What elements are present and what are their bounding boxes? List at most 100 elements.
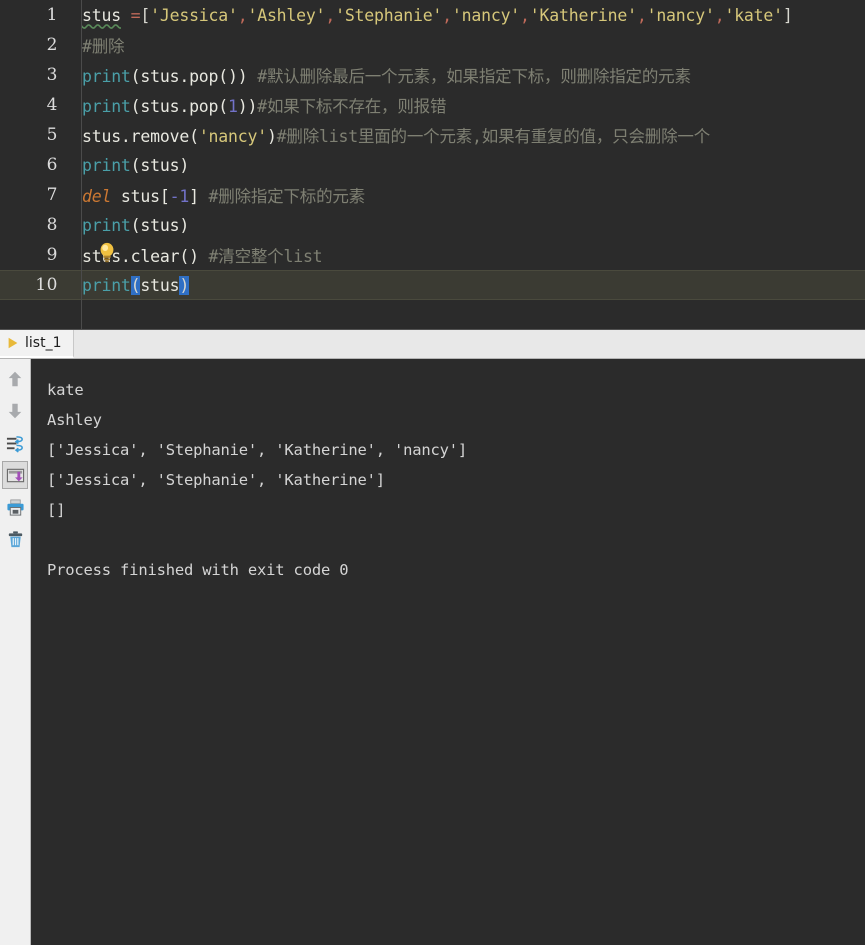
code-token: #删除: [82, 37, 125, 56]
code-line-text[interactable]: #删除: [68, 33, 125, 57]
code-token: )): [237, 97, 258, 116]
code-line[interactable]: 6 print(stus): [0, 150, 865, 180]
code-token: ,: [442, 5, 452, 25]
code-line-text[interactable]: stus.remove('nancy')#删除list里面的一个元素,如果有重复…: [68, 123, 710, 147]
line-number[interactable]: 5: [0, 125, 68, 145]
code-token: ,: [520, 5, 530, 25]
console-output-line: Ashley: [47, 411, 102, 429]
editor-bottom-border: [0, 329, 865, 330]
code-token: (stus): [130, 155, 190, 175]
line-number[interactable]: 9: [0, 245, 68, 265]
console-output-line: ['Jessica', 'Stephanie', 'Katherine']: [47, 471, 385, 489]
scroll-to-end-button[interactable]: [2, 461, 28, 489]
code-token: print: [82, 275, 131, 295]
code-token: #删除指定下标的元素: [208, 187, 366, 206]
code-token: 'nancy': [198, 127, 267, 146]
line-number[interactable]: 1: [0, 5, 68, 25]
line-number[interactable]: 10: [0, 275, 68, 295]
console-output-line: Process finished with exit code 0: [47, 561, 349, 579]
trash-icon: [8, 530, 22, 547]
code-line[interactable]: 3 print(stus.pop()) #默认删除最后一个元素，如果指定下标，则删…: [0, 60, 865, 90]
arrow-down-icon: [8, 403, 22, 419]
code-token: #默认删除最后一个元素，如果指定下标，则删除指定的元素: [257, 67, 691, 86]
code-token: (stus.pop()): [130, 67, 248, 86]
code-line[interactable]: 9 stus.clear() #清空整个list: [0, 240, 865, 270]
console-output-line: []: [47, 501, 66, 519]
code-token: stus[: [111, 187, 170, 206]
line-number[interactable]: 4: [0, 95, 68, 115]
code-token: (stus.pop(: [130, 97, 229, 116]
console-output-line: kate: [47, 381, 84, 399]
console-output-text[interactable]: kate Ashley ['Jessica', 'Stephanie', 'Kath…: [31, 359, 865, 945]
console-tab-label: list_1: [25, 335, 62, 351]
intention-lightbulb-icon[interactable]: [96, 240, 118, 264]
code-token: stus: [82, 5, 121, 25]
code-line[interactable]: 10 print(stus): [0, 270, 865, 300]
code-token: ]: [189, 187, 199, 206]
editor-empty-area[interactable]: [0, 300, 865, 330]
console-tab-list-1[interactable]: list_1: [0, 330, 75, 358]
code-token: ): [179, 275, 190, 295]
code-token: ,: [714, 5, 725, 25]
clear-all-button[interactable]: [2, 525, 28, 553]
code-token: del: [82, 187, 112, 206]
code-token: stus.remove(: [82, 127, 199, 146]
scroll-to-end-icon: [6, 468, 24, 482]
printer-icon: [6, 499, 24, 516]
code-line[interactable]: 8 print(stus): [0, 210, 865, 240]
gutter-divider-lower: [81, 300, 82, 330]
code-line-text[interactable]: print(stus.pop(1))#如果下标不存在，则报错: [68, 93, 446, 117]
code-token: print: [82, 97, 131, 116]
arrow-up-icon: [8, 371, 22, 387]
code-token: 'nancy': [646, 5, 715, 25]
code-lines-container[interactable]: 1 stus =['Jessica','Ashley','Stephanie','…: [0, 0, 865, 300]
code-token: print: [82, 155, 131, 175]
code-token: 'Katherine': [529, 5, 637, 25]
line-number[interactable]: 3: [0, 65, 68, 85]
code-token: (stus): [130, 215, 190, 235]
code-line-text[interactable]: print(stus.pop()) #默认删除最后一个元素，如果指定下标，则删除…: [68, 63, 691, 87]
line-number[interactable]: 6: [0, 155, 68, 175]
code-line-text[interactable]: stus =['Jessica','Ashley','Stephanie','n…: [68, 6, 793, 25]
scroll-up-button[interactable]: [2, 365, 28, 393]
code-token: #如果下标不存在，则报错: [257, 97, 447, 116]
code-token: -1: [169, 187, 190, 206]
code-line[interactable]: 1 stus =['Jessica','Ashley','Stephanie','…: [0, 0, 865, 30]
line-number[interactable]: 7: [0, 185, 68, 205]
code-line-text[interactable]: print(stus): [68, 275, 190, 295]
code-line[interactable]: 5 stus.remove('nancy')#删除list里面的一个元素,如果有重…: [0, 120, 865, 150]
code-token: #清空整个list: [208, 247, 323, 266]
code-token: 'kate': [724, 5, 783, 25]
code-line-text[interactable]: del stus[-1] #删除指定下标的元素: [68, 183, 365, 207]
console-output-line: ['Jessica', 'Stephanie', 'Katherine', 'n…: [47, 441, 468, 459]
code-token: 'Stephanie': [335, 5, 443, 25]
code-line-text[interactable]: print(stus): [68, 216, 189, 235]
scroll-down-button[interactable]: [2, 397, 28, 425]
console-tab-bar[interactable]: list_1: [0, 330, 865, 359]
code-token: [: [140, 5, 151, 25]
code-line-text[interactable]: print(stus): [68, 156, 189, 175]
console-toolbar[interactable]: [0, 359, 31, 945]
code-token: stus: [140, 275, 180, 295]
code-line[interactable]: 4 print(stus.pop(1))#如果下标不存在，则报错: [0, 90, 865, 120]
soft-wrap-icon: [6, 435, 23, 453]
code-line[interactable]: 2 #删除: [0, 30, 865, 60]
print-button[interactable]: [2, 493, 28, 521]
code-token: 'Ashley': [247, 5, 326, 25]
code-token: print: [82, 215, 131, 235]
python-run-icon: [6, 336, 20, 350]
line-number[interactable]: 2: [0, 35, 68, 55]
code-line[interactable]: 7 del stus[-1] #删除指定下标的元素: [0, 180, 865, 210]
code-token: ): [266, 127, 277, 146]
line-number[interactable]: 8: [0, 215, 68, 235]
code-editor[interactable]: 1 stus =['Jessica','Ashley','Stephanie','…: [0, 0, 865, 330]
run-console-panel[interactable]: kate Ashley ['Jessica', 'Stephanie', 'Kath…: [0, 359, 865, 945]
soft-wrap-button[interactable]: [2, 429, 28, 457]
code-token: ,: [636, 5, 647, 25]
code-token: (: [130, 275, 141, 295]
